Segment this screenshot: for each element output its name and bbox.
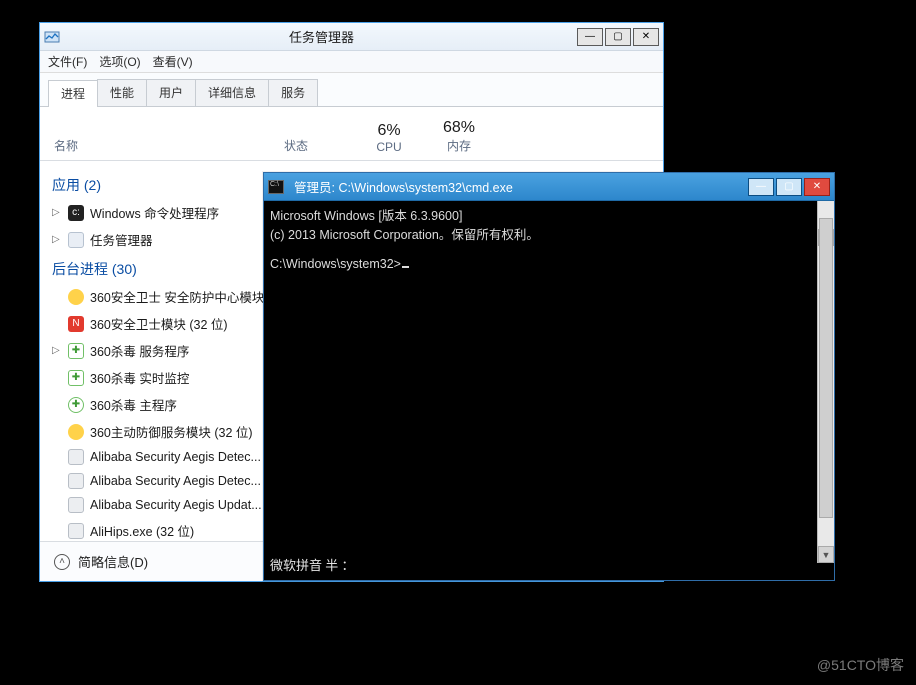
minimize-button[interactable]: — (748, 178, 774, 196)
task-manager-title: 任务管理器 (66, 27, 577, 46)
process-label: Alibaba Security Aegis Updat... (90, 498, 262, 512)
menu-bar: 文件(F) 选项(O) 查看(V) (40, 51, 663, 73)
service-icon (68, 497, 84, 513)
process-label: 360杀毒 服务程序 (90, 341, 189, 360)
scroll-thumb[interactable] (819, 218, 833, 518)
menu-options[interactable]: 选项(O) (99, 53, 140, 70)
tab-processes[interactable]: 进程 (48, 80, 98, 107)
menu-file[interactable]: 文件(F) (48, 53, 87, 70)
column-headers: 名称 状态 6% CPU 68% 内存 (40, 107, 663, 161)
process-label: Alibaba Security Aegis Detec... (90, 474, 261, 488)
mem-label: 内存 (447, 139, 471, 153)
cursor-icon (402, 266, 409, 268)
scroll-down-icon[interactable]: ▼ (818, 546, 834, 563)
cmd-terminal[interactable]: Microsoft Windows [版本 6.3.9600] (c) 2013… (264, 201, 834, 580)
column-memory[interactable]: 68% 内存 (424, 119, 494, 154)
minimize-button[interactable]: — (577, 28, 603, 46)
column-status[interactable]: 状态 (284, 137, 354, 154)
scrollbar[interactable]: ▲ ▼ (817, 201, 834, 563)
mem-percent: 68% (424, 119, 494, 137)
process-label: 360杀毒 主程序 (90, 395, 177, 414)
expand-caret-icon[interactable]: ▷ (52, 207, 62, 218)
ime-status: 微软拼音 半 ： (270, 555, 355, 574)
cmd-icon (268, 180, 284, 194)
close-button[interactable]: ✕ (633, 28, 659, 46)
cpu-percent: 6% (354, 122, 424, 140)
process-label: Windows 命令处理程序 (90, 203, 219, 222)
column-cpu[interactable]: 6% CPU (354, 122, 424, 154)
expand-caret-icon[interactable]: ▷ (52, 234, 62, 245)
task-manager-icon (44, 29, 60, 45)
chevron-up-icon: ˄ (54, 554, 70, 570)
tab-performance[interactable]: 性能 (97, 79, 147, 106)
maximize-button[interactable]: ▢ (605, 28, 631, 46)
service-icon (68, 473, 84, 489)
window-controls: — ▢ ✕ (748, 178, 830, 196)
watermark: @51CTO博客 (817, 655, 904, 675)
cmd-icon: c: (68, 205, 84, 221)
service-icon (68, 449, 84, 465)
tab-services[interactable]: 服务 (268, 79, 318, 106)
process-label: Alibaba Security Aegis Detec... (90, 450, 261, 464)
cmd-line1: Microsoft Windows [版本 6.3.9600] (270, 209, 462, 223)
close-button[interactable]: ✕ (804, 178, 830, 196)
expand-caret-icon[interactable]: ▷ (52, 345, 62, 356)
process-label: 360主动防御服务模块 (32 位) (90, 422, 253, 441)
column-name[interactable]: 名称 (54, 137, 284, 154)
cmd-title: 管理员: C:\Windows\system32\cmd.exe (290, 177, 748, 196)
process-label: 360安全卫士模块 (32 位) (90, 314, 228, 333)
cmd-titlebar[interactable]: 管理员: C:\Windows\system32\cmd.exe — ▢ ✕ (264, 173, 834, 201)
brief-info-label: 简略信息(D) (78, 552, 148, 571)
process-label: 360杀毒 实时监控 (90, 368, 189, 387)
antivirus-icon: ✚ (68, 397, 84, 413)
service-icon (68, 523, 84, 539)
process-label: 任务管理器 (90, 230, 153, 249)
tab-strip: 进程 性能 用户 详细信息 服务 (40, 73, 663, 107)
cmd-window: 管理员: C:\Windows\system32\cmd.exe — ▢ ✕ M… (263, 172, 835, 581)
tab-users[interactable]: 用户 (146, 79, 196, 106)
tab-details[interactable]: 详细信息 (195, 79, 269, 106)
process-label: 360安全卫士 安全防护中心模块... (90, 287, 275, 306)
cmd-line2: (c) 2013 Microsoft Corporation。保留所有权利。 (270, 228, 539, 242)
antivirus-icon: ✚ (68, 370, 84, 386)
cmd-prompt: C:\Windows\system32> (270, 257, 401, 271)
module-icon: N (68, 316, 84, 332)
shield-icon (68, 289, 84, 305)
window-controls: — ▢ ✕ (577, 28, 659, 46)
antivirus-icon: ✚ (68, 343, 84, 359)
maximize-button[interactable]: ▢ (776, 178, 802, 196)
taskmgr-icon (68, 232, 84, 248)
cpu-label: CPU (376, 140, 401, 154)
menu-view[interactable]: 查看(V) (153, 53, 193, 70)
shield-icon (68, 424, 84, 440)
process-label: AliHips.exe (32 位) (90, 521, 194, 540)
task-manager-titlebar[interactable]: 任务管理器 — ▢ ✕ (40, 23, 663, 51)
